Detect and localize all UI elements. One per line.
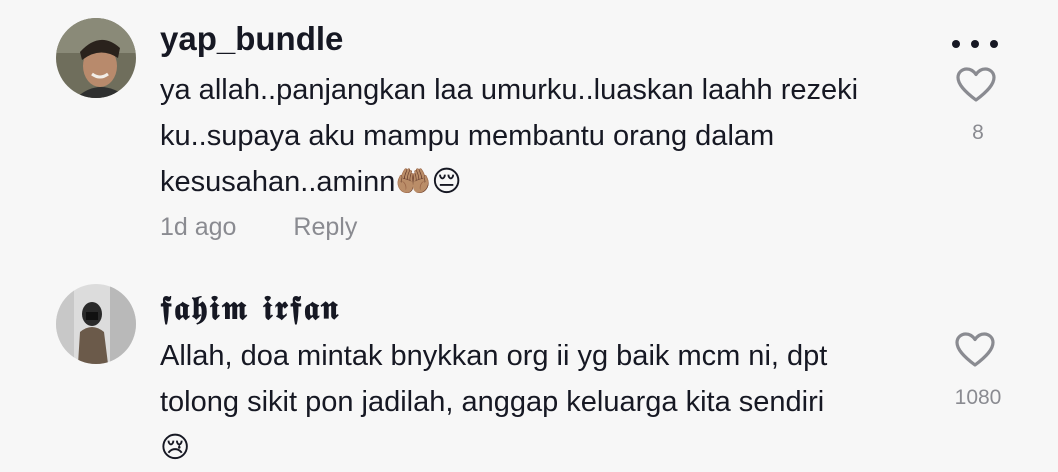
like-count: 1080 — [954, 386, 1002, 409]
username[interactable]: 𝖋𝖆𝖍𝖎𝖒 𝖎𝖗𝖋𝖆𝖓 — [160, 288, 340, 328]
avatar[interactable] — [56, 284, 136, 364]
comment-meta: 1d ago Reply — [160, 213, 357, 242]
comment-text-line: ya allah..panjangkan laa umurku..luaskan… — [160, 74, 859, 106]
avatar[interactable] — [56, 18, 136, 98]
more-dots-icon[interactable] — [952, 38, 998, 50]
comment-time: 1d ago — [160, 213, 237, 241]
comment-text-line: Allah, doa mintak bnykkan org ii yg baik… — [160, 340, 828, 372]
comment-item: 𝖋𝖆𝖍𝖎𝖒 𝖎𝖗𝖋𝖆𝖓 Allah, doa mintak bnykkan or… — [0, 270, 1058, 472]
comment-text-line: kesusahan..aminn🤲🏽😔 — [160, 166, 462, 198]
heart-outline-icon[interactable] — [956, 67, 996, 108]
comment-text-line: 😢 — [160, 432, 191, 464]
comment-text-line: ku..supaya aku mampu membantu orang dala… — [160, 120, 775, 152]
reply-button[interactable]: Reply — [293, 213, 357, 241]
heart-outline-icon[interactable] — [955, 332, 995, 373]
like-count: 8 — [972, 121, 984, 144]
comment-item: yap_bundle ya allah..panjangkan laa umur… — [0, 0, 1058, 270]
comment-text: ya allah..panjangkan laa umurku..luaskan… — [160, 67, 930, 205]
comment-text: Allah, doa mintak bnykkan org ii yg baik… — [160, 333, 930, 471]
username[interactable]: yap_bundle — [160, 20, 343, 58]
comment-text-line: tolong sikit pon jadilah, anggap keluarg… — [160, 386, 825, 418]
